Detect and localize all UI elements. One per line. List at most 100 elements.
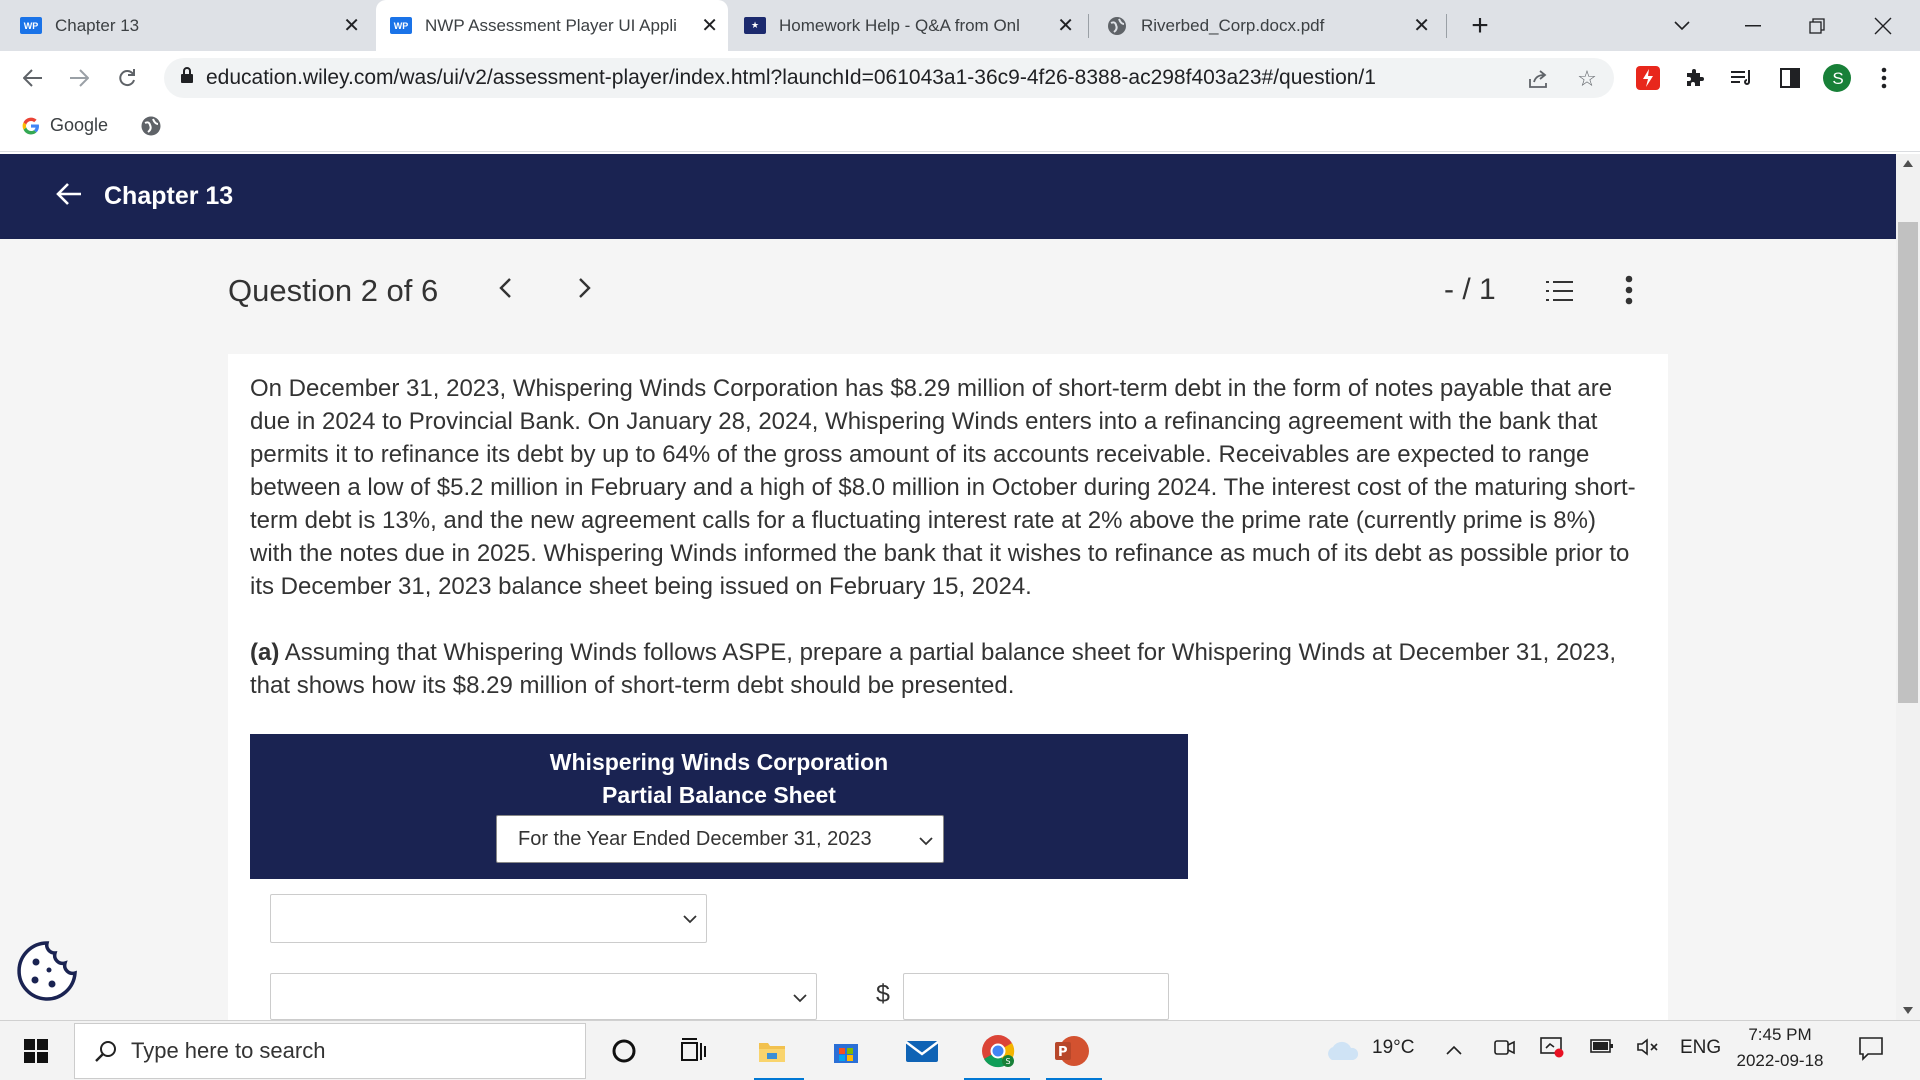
tab-riverbed-pdf[interactable]: Riverbed_Corp.docx.pdf ✕ — [1106, 0, 1440, 51]
share-icon[interactable] — [1526, 66, 1552, 92]
file-explorer-icon[interactable] — [754, 1033, 790, 1069]
lock-icon[interactable] — [180, 67, 194, 89]
side-panel-icon[interactable] — [1776, 64, 1804, 92]
tab-separator — [1446, 14, 1447, 38]
tab-search-chevron-icon[interactable] — [1664, 0, 1700, 51]
search-placeholder: Type here to search — [131, 1038, 326, 1063]
account-name-select[interactable] — [270, 973, 817, 1020]
url-text: education.wiley.com/was/ui/v2/assessment… — [206, 66, 1376, 89]
question-paragraph: On December 31, 2023, Whispering Winds C… — [250, 375, 1636, 600]
period-selected-value: For the Year Ended December 31, 2023 — [518, 827, 872, 850]
show-hidden-icons-icon[interactable] — [1446, 1039, 1462, 1061]
task-view-icon[interactable] — [676, 1033, 712, 1069]
tab-separator — [1088, 14, 1089, 38]
previous-question-icon[interactable] — [498, 273, 512, 307]
bookmark-star-icon[interactable]: ☆ — [1574, 66, 1600, 92]
tab-title: NWP Assessment Player UI Appli — [425, 15, 677, 35]
chevron-down-icon — [683, 911, 697, 929]
close-tab-icon[interactable]: ✕ — [1057, 13, 1074, 38]
question-position: Question 2 of 6 — [228, 273, 439, 308]
close-window-icon[interactable] — [1860, 0, 1906, 51]
close-tab-icon[interactable]: ✕ — [701, 13, 718, 38]
reading-list-icon[interactable] — [1728, 64, 1756, 92]
bookmark-globe-icon[interactable] — [140, 115, 162, 137]
company-name: Whispering Winds Corporation — [549, 749, 889, 775]
chevron-down-icon — [919, 829, 933, 852]
extensions-puzzle-icon[interactable] — [1681, 64, 1709, 92]
part-text: Assuming that Whispering Winds follows A… — [250, 639, 1617, 699]
tab-chapter-13[interactable]: WP Chapter 13 ✕ — [20, 0, 370, 51]
taskbar-search-box[interactable]: Type here to search — [74, 1023, 586, 1079]
address-bar[interactable]: education.wiley.com/was/ui/v2/assessment… — [164, 58, 1614, 98]
back-icon[interactable] — [18, 63, 48, 93]
scroll-down-icon[interactable] — [1903, 1007, 1913, 1014]
currency-symbol: $ — [876, 980, 890, 1008]
chapter-header: Chapter 13 — [0, 154, 1896, 239]
minimize-window-icon[interactable] — [1730, 0, 1776, 51]
back-arrow-icon[interactable] — [56, 180, 82, 214]
account-category-select[interactable] — [270, 894, 707, 943]
part-label: (a) — [250, 639, 280, 666]
scrollbar-thumb[interactable] — [1898, 222, 1918, 703]
forward-icon[interactable] — [64, 63, 94, 93]
mail-icon[interactable] — [904, 1033, 940, 1069]
wp-favicon-icon: WP — [390, 17, 412, 34]
battery-icon[interactable] — [1590, 1038, 1614, 1060]
powerpoint-icon[interactable]: P — [1054, 1033, 1090, 1069]
browser-tab-strip: WP Chapter 13 ✕ WP NWP Assessment Player… — [0, 0, 1920, 51]
question-part-a: (a) Assuming that Whispering Winds follo… — [250, 636, 1640, 702]
cortana-icon[interactable] — [606, 1033, 642, 1069]
tab-title: Chapter 13 — [55, 15, 140, 35]
tab-title: Riverbed_Corp.docx.pdf — [1141, 15, 1325, 35]
reload-icon[interactable] — [112, 63, 142, 93]
notifications-icon[interactable] — [1858, 1035, 1884, 1067]
globe-favicon-icon — [1106, 16, 1128, 35]
browser-toolbar: education.wiley.com/was/ui/v2/assessment… — [0, 51, 1920, 105]
chapter-title: Chapter 13 — [104, 182, 234, 210]
svg-text:S: S — [1006, 1057, 1011, 1066]
browser-menu-icon[interactable] — [1870, 64, 1898, 92]
clock-time: 7:45 PM — [1748, 1025, 1812, 1044]
tab-homework-help[interactable]: ★ Homework Help - Q&A from Onl ✕ — [744, 0, 1084, 51]
profile-avatar[interactable]: S — [1823, 64, 1851, 92]
chrome-icon[interactable]: S — [980, 1033, 1016, 1069]
question-list-icon[interactable] — [1544, 279, 1574, 310]
star-favicon-icon: ★ — [744, 17, 766, 34]
next-question-icon[interactable] — [578, 273, 592, 307]
tab-title: Homework Help - Q&A from Onl — [779, 15, 1020, 35]
profile-initial: S — [1832, 69, 1844, 88]
bookmark-google[interactable]: Google — [22, 115, 108, 136]
microsoft-store-icon[interactable] — [828, 1033, 864, 1069]
network-icon[interactable] — [1540, 1036, 1564, 1064]
weather-cloud-icon[interactable] — [1322, 1033, 1362, 1069]
wp-favicon-icon: WP — [20, 17, 42, 34]
bookmark-label: Google — [50, 115, 109, 135]
period-select[interactable]: For the Year Ended December 31, 2023 — [496, 815, 944, 863]
chevron-down-icon — [793, 990, 807, 1008]
cookie-settings-icon[interactable] — [16, 940, 78, 1007]
restore-window-icon[interactable] — [1794, 0, 1840, 51]
weather-temp[interactable]: 19°C — [1372, 1037, 1414, 1059]
volume-muted-icon[interactable] — [1636, 1037, 1660, 1063]
windows-taskbar: Type here to search S P 19°C ENG 7:45 PM… — [0, 1020, 1920, 1080]
meet-now-icon[interactable] — [1494, 1037, 1516, 1063]
close-tab-icon[interactable]: ✕ — [343, 13, 360, 38]
question-navigation-bar: Question 2 of 6 - / 1 — [0, 239, 1896, 346]
svg-text:P: P — [1058, 1045, 1068, 1060]
search-icon — [95, 1041, 116, 1062]
question-score: - / 1 — [1444, 273, 1496, 306]
language-indicator[interactable]: ENG — [1680, 1037, 1721, 1059]
clock[interactable]: 7:45 PM 2022-09-18 — [1730, 1025, 1830, 1071]
windows-start-icon[interactable] — [18, 1033, 54, 1069]
google-icon — [22, 117, 39, 134]
tab-nwp-assessment[interactable]: WP NWP Assessment Player UI Appli ✕ — [376, 0, 728, 51]
zotero-extension-icon[interactable] — [1634, 64, 1662, 92]
balance-sheet-header: Whispering Winds Corporation Partial Bal… — [250, 734, 1188, 879]
more-options-icon[interactable] — [1625, 275, 1633, 310]
bookmarks-bar: Google — [0, 105, 1920, 152]
scroll-up-icon[interactable] — [1903, 160, 1913, 167]
new-tab-icon[interactable]: + — [1462, 0, 1498, 51]
statement-name: Partial Balance Sheet — [602, 782, 836, 808]
amount-input[interactable] — [903, 973, 1169, 1020]
close-tab-icon[interactable]: ✕ — [1413, 13, 1430, 38]
